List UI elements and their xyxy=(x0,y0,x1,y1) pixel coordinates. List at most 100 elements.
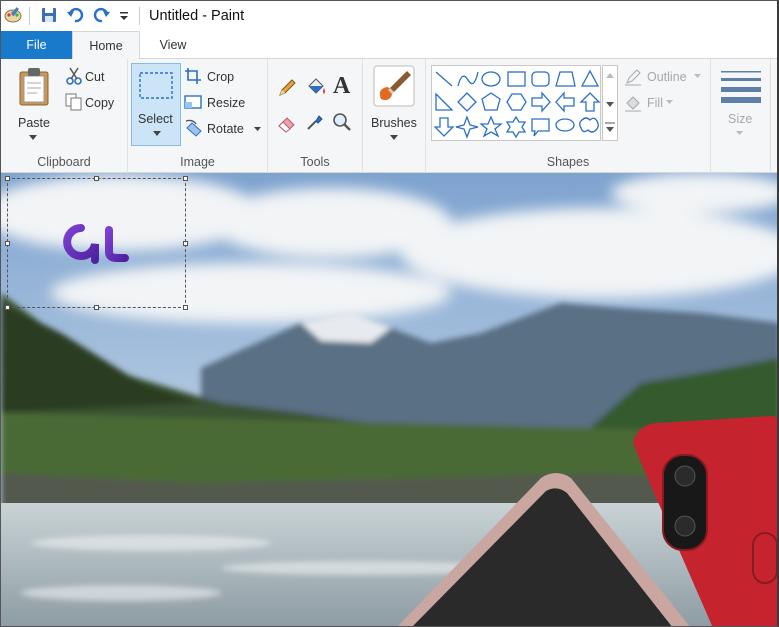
paint-window: Untitled - Paint File Home View Paste Cu… xyxy=(0,0,779,627)
chevron-down-icon xyxy=(736,131,743,135)
crop-label: Crop xyxy=(207,70,235,84)
resize-handle[interactable] xyxy=(94,176,99,181)
shapes-scrollbar[interactable] xyxy=(602,65,618,141)
crop-icon xyxy=(185,68,201,84)
chevron-down-icon xyxy=(694,74,701,78)
resize-handle[interactable] xyxy=(5,176,10,181)
tab-home[interactable]: Home xyxy=(72,31,140,60)
shapes-group: Outline Fill Shapes xyxy=(426,59,711,173)
oval-shape-icon xyxy=(481,71,501,87)
resize-handle[interactable] xyxy=(183,241,188,246)
resize-handle[interactable] xyxy=(183,176,188,181)
fill-icon xyxy=(625,96,641,112)
hexagon-shape-icon xyxy=(506,93,527,111)
resize-handle[interactable] xyxy=(5,305,10,310)
cloud-callout-shape-icon xyxy=(579,117,599,133)
chevron-down-icon xyxy=(390,135,398,140)
ribbon: Paste Cut Copy Clipboard Select Crop Res… xyxy=(1,59,777,173)
rotate-button[interactable]: Rotate xyxy=(184,119,264,139)
shapes-group-label: Shapes xyxy=(546,155,590,169)
chevron-down-icon xyxy=(29,135,37,140)
save-icon[interactable] xyxy=(40,6,58,24)
size-label: Size xyxy=(728,112,753,126)
outline-button[interactable]: Outline xyxy=(624,67,706,87)
redo-icon[interactable] xyxy=(93,6,111,24)
chevron-down-icon xyxy=(153,131,161,136)
diamond-shape-icon xyxy=(457,92,477,112)
rounded-callout-shape-icon xyxy=(531,118,550,137)
resize-icon xyxy=(184,95,202,109)
right-arrow-shape-icon xyxy=(531,91,551,113)
resize-handle[interactable] xyxy=(183,305,188,310)
right-triangle-shape-icon xyxy=(435,92,454,111)
ribbon-tabs: File Home View xyxy=(1,31,777,60)
clipboard-group: Paste Cut Copy Clipboard xyxy=(1,59,128,173)
window-title: Untitled - Paint xyxy=(149,8,245,24)
pencil-icon[interactable] xyxy=(277,78,297,98)
brushes-label: Brushes xyxy=(371,116,417,130)
paste-label: Paste xyxy=(18,116,50,130)
outline-label: Outline xyxy=(647,70,687,84)
selection-rectangle[interactable] xyxy=(5,176,188,310)
copy-label: Copy xyxy=(85,96,115,110)
magnifier-icon[interactable] xyxy=(332,112,352,132)
cut-label: Cut xyxy=(85,70,105,84)
select-button[interactable]: Select xyxy=(131,63,181,146)
triangle-shape-icon xyxy=(580,69,600,87)
resize-label: Resize xyxy=(207,96,246,110)
copy-icon xyxy=(65,93,82,111)
rotate-label: Rotate xyxy=(207,122,244,136)
paste-icon xyxy=(19,68,49,106)
text-tool-icon[interactable]: A xyxy=(333,73,350,100)
oval-callout-shape-icon xyxy=(555,118,575,132)
brushes-group: Brushes xyxy=(363,59,426,173)
undo-icon[interactable] xyxy=(66,6,84,24)
pentagon-shape-icon xyxy=(481,92,501,111)
tools-group: A Tools xyxy=(268,59,363,173)
paint-app-icon[interactable] xyxy=(3,5,23,25)
polygon-shape-icon xyxy=(555,71,576,87)
outline-icon xyxy=(625,69,641,86)
curve-shape-icon xyxy=(457,71,479,87)
scissors-icon xyxy=(66,67,82,85)
size-group: Size xyxy=(711,59,771,173)
up-arrow-shape-icon xyxy=(579,92,601,112)
shapes-gallery-icons xyxy=(433,69,601,139)
scroll-arrows-icon xyxy=(605,73,615,132)
title-bar: Untitled - Paint xyxy=(1,1,777,31)
tab-view[interactable]: View xyxy=(140,31,206,59)
chevron-down-icon xyxy=(254,127,261,131)
cut-button[interactable]: Cut xyxy=(63,67,125,87)
customize-quick-access-icon[interactable] xyxy=(118,10,130,22)
crop-button[interactable]: Crop xyxy=(184,67,264,87)
left-arrow-shape-icon xyxy=(555,91,575,113)
resize-handle[interactable] xyxy=(94,305,99,310)
tools-group-label: Tools xyxy=(300,155,330,169)
rotate-icon xyxy=(185,119,202,137)
fill-bucket-icon[interactable] xyxy=(305,76,327,98)
size-button[interactable]: Size xyxy=(713,63,767,147)
down-arrow-shape-icon xyxy=(433,117,455,137)
copy-button[interactable]: Copy xyxy=(63,93,125,113)
paste-button[interactable]: Paste xyxy=(7,63,61,147)
gt-logo xyxy=(63,224,129,264)
line-width-icon xyxy=(721,71,761,103)
rectangle-shape-icon xyxy=(507,71,526,87)
rectangle-select-icon xyxy=(139,72,173,99)
fill-label: Fill xyxy=(647,96,663,110)
clipboard-group-label: Clipboard xyxy=(37,155,91,169)
color-picker-icon[interactable] xyxy=(305,112,325,132)
resize-handle[interactable] xyxy=(5,241,10,246)
fill-button[interactable]: Fill xyxy=(624,93,706,113)
rounded-rectangle-shape-icon xyxy=(531,71,550,87)
six-point-star-shape-icon xyxy=(505,115,527,139)
brush-icon xyxy=(373,65,415,107)
five-point-star-shape-icon xyxy=(479,115,503,138)
resize-button[interactable]: Resize xyxy=(184,93,264,113)
eraser-icon[interactable] xyxy=(277,113,297,133)
four-point-star-shape-icon xyxy=(455,115,479,139)
brushes-button[interactable]: Brushes xyxy=(365,63,423,147)
tab-file[interactable]: File xyxy=(1,31,72,59)
chevron-down-icon xyxy=(666,100,673,104)
select-label: Select xyxy=(138,112,173,126)
